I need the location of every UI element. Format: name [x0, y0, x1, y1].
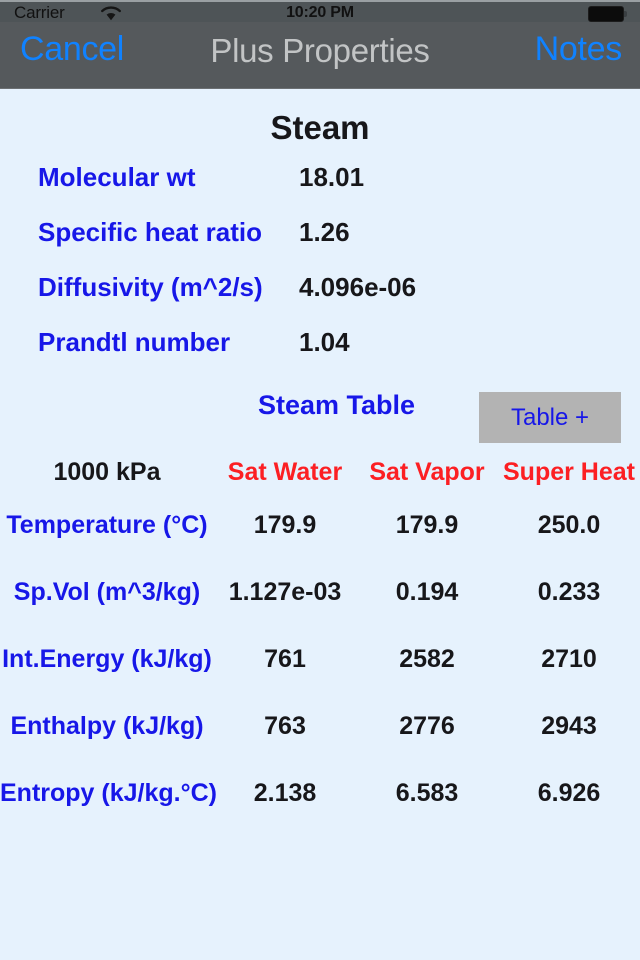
property-label: Prandtl number — [38, 327, 231, 357]
cell-value: 6.583 — [395, 779, 459, 807]
table-plus-button[interactable]: Table + — [479, 392, 621, 443]
column-header-super-heat: Super Heat — [503, 457, 635, 486]
table-row: Int.Energy (kJ/kg) 761 2582 2710 — [0, 626, 640, 693]
property-value: 1.26 — [299, 217, 350, 247]
notes-button[interactable]: Notes — [535, 30, 623, 69]
property-label: Diffusivity (m^2/s) — [38, 272, 263, 302]
cell-value: 761 — [264, 645, 306, 673]
cell-value: 0.194 — [395, 578, 459, 606]
property-row: Prandtl number 1.04 — [0, 327, 640, 367]
property-row: Diffusivity (m^2/s) 4.096e-06 — [0, 272, 640, 312]
row-label: Enthalpy (kJ/kg) — [10, 712, 204, 740]
table-row: Temperature (°C) 179.9 179.9 250.0 — [0, 492, 640, 559]
row-label: Int.Energy (kJ/kg) — [2, 645, 212, 673]
steam-property-table: 1000 kPa Sat Water Sat Vapor Super Heat … — [0, 452, 640, 827]
property-value: 18.01 — [299, 162, 365, 192]
row-label: Sp.Vol (m^3/kg) — [13, 578, 201, 606]
cell-value: 6.926 — [537, 779, 601, 807]
substance-title: Steam — [270, 109, 370, 146]
cell-value: 179.9 — [395, 511, 459, 539]
steam-table-heading: Steam Table — [258, 390, 416, 420]
pressure-header: 1000 kPa — [53, 457, 161, 486]
property-value: 4.096e-06 — [299, 272, 417, 302]
property-label: Specific heat ratio — [38, 217, 262, 247]
property-label: Molecular wt — [38, 162, 196, 192]
property-value: 1.04 — [299, 327, 350, 357]
row-label: Entropy (kJ/kg.°C) — [0, 779, 217, 807]
property-row: Specific heat ratio 1.26 — [0, 217, 640, 257]
table-row: Entropy (kJ/kg.°C) 2.138 6.583 6.926 — [0, 760, 640, 827]
battery-full-icon — [588, 6, 628, 22]
table-row: Sp.Vol (m^3/kg) 1.127e-03 0.194 0.233 — [0, 559, 640, 626]
content-area: Steam Molecular wt 18.01 Specific heat r… — [0, 90, 640, 960]
column-header-sat-water: Sat Water — [227, 457, 343, 486]
cell-value: 2943 — [541, 712, 597, 740]
status-time: 10:20 PM — [286, 4, 354, 21]
cell-value: 2710 — [541, 645, 597, 673]
row-label: Temperature (°C) — [6, 511, 208, 539]
cell-value: 2776 — [399, 712, 455, 740]
cell-value: 179.9 — [253, 511, 317, 539]
cell-value: 250.0 — [537, 511, 601, 539]
column-header-sat-vapor: Sat Vapor — [369, 457, 485, 486]
cell-value: 1.127e-03 — [228, 578, 342, 606]
cell-value: 763 — [264, 712, 306, 740]
table-row: Enthalpy (kJ/kg) 763 2776 2943 — [0, 693, 640, 760]
table-header-row: 1000 kPa Sat Water Sat Vapor Super Heat — [0, 452, 640, 492]
property-row: Molecular wt 18.01 — [0, 162, 640, 202]
cell-value: 2.138 — [253, 779, 317, 807]
cell-value: 2582 — [399, 645, 455, 673]
status-bar: Carrier 10:20 PM — [0, 0, 640, 22]
navigation-bar: Cancel Plus Properties Notes — [0, 22, 640, 89]
cell-value: 0.233 — [537, 578, 601, 606]
